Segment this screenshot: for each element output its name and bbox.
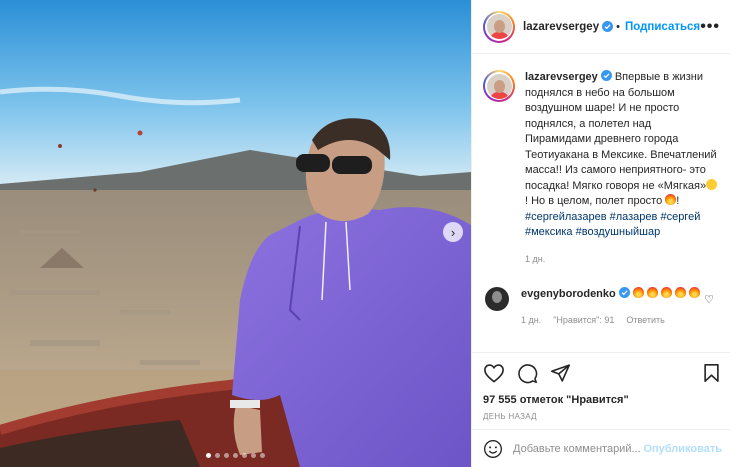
publish-button[interactable]: Опубликовать xyxy=(643,443,722,455)
fire-emoji-icon xyxy=(646,287,658,298)
carousel-dot xyxy=(260,453,265,458)
comments-list: lazarevsergey Впервые в жизни поднялся в… xyxy=(472,54,730,352)
fire-emoji-icon xyxy=(675,287,686,298)
hashtag-link[interactable]: #воздушныйшар xyxy=(576,226,661,238)
caption-author[interactable]: lazarevsergey xyxy=(525,71,598,83)
post-dialog: › lazarevsergey • Подписаться ••• lazare… xyxy=(0,0,730,467)
hashtag-link[interactable]: #лазарев xyxy=(610,211,658,223)
add-comment-bar: Опубликовать xyxy=(472,429,730,467)
fire-emoji-icon xyxy=(660,287,672,298)
caption-text-continued: ! Но в целом, полет просто xyxy=(525,195,663,207)
emoji-icon[interactable] xyxy=(483,439,503,459)
comment-like-heart-icon[interactable]: ♡ xyxy=(704,293,714,306)
save-icon[interactable] xyxy=(703,363,720,383)
hashtag-link[interactable]: #сергейлазарев xyxy=(525,211,607,223)
author-username[interactable]: lazarevsergey xyxy=(523,21,599,33)
follow-button[interactable]: Подписаться xyxy=(625,21,700,33)
carousel-dot xyxy=(251,453,256,458)
more-icon[interactable]: ••• xyxy=(700,18,720,36)
post-header: lazarevsergey • Подписаться ••• xyxy=(472,0,730,54)
author-avatar[interactable] xyxy=(483,70,515,102)
chevron-right-icon: › xyxy=(450,224,456,240)
carousel-dot xyxy=(242,453,247,458)
fire-emoji-icon xyxy=(689,287,701,298)
fire-emoji-icon xyxy=(665,194,677,205)
next-slide-button[interactable]: › xyxy=(443,222,463,242)
balloon-photo-image xyxy=(0,0,471,467)
verified-icon xyxy=(600,70,612,81)
share-icon[interactable] xyxy=(550,363,571,383)
post-photo[interactable]: › xyxy=(0,0,471,467)
comment-timestamp[interactable]: 1 дн. xyxy=(521,313,541,329)
caption-timestamp[interactable]: 1 дн. xyxy=(525,252,720,268)
verified-icon xyxy=(602,21,614,32)
comment-meta: 1 дн. "Нравится": 91 Ответить xyxy=(521,313,717,329)
carousel-indicator xyxy=(0,453,471,458)
hashtag-link[interactable]: #мексика xyxy=(525,226,573,238)
laughing-emoji-icon xyxy=(706,178,718,190)
carousel-dot xyxy=(224,453,229,458)
likes-count[interactable]: 97 555 отметок "Нравится" xyxy=(483,394,720,406)
comment-likes[interactable]: "Нравится": 91 xyxy=(553,313,614,329)
reply-button[interactable]: Ответить xyxy=(626,313,664,329)
author-avatar[interactable] xyxy=(483,10,515,43)
post-timestamp[interactable]: ДЕНЬ НАЗАД xyxy=(483,412,720,421)
caption: lazarevsergey Впервые в жизни поднялся в… xyxy=(483,70,720,267)
caption-text: Впервые в жизни поднялся в небо на больш… xyxy=(525,71,717,192)
commenter-username[interactable]: evgenyborodenko xyxy=(521,288,616,300)
carousel-dot xyxy=(206,453,211,458)
verified-icon xyxy=(618,287,630,298)
comment-icon[interactable] xyxy=(517,363,538,384)
heart-icon[interactable] xyxy=(483,363,505,383)
comment-item: evgenyborodenko 1 дн. "Нравится": 91 Отв… xyxy=(483,287,720,328)
comment-input[interactable] xyxy=(513,442,641,455)
post-side-panel: lazarevsergey • Подписаться ••• lazarevs… xyxy=(471,0,730,467)
hashtag-link[interactable]: #сергей xyxy=(660,211,700,223)
carousel-dot xyxy=(233,453,238,458)
post-actions: 97 555 отметок "Нравится" ДЕНЬ НАЗАД xyxy=(472,352,730,421)
commenter-avatar[interactable] xyxy=(485,287,509,311)
carousel-dot xyxy=(215,453,220,458)
fire-emoji-icon xyxy=(632,287,644,298)
